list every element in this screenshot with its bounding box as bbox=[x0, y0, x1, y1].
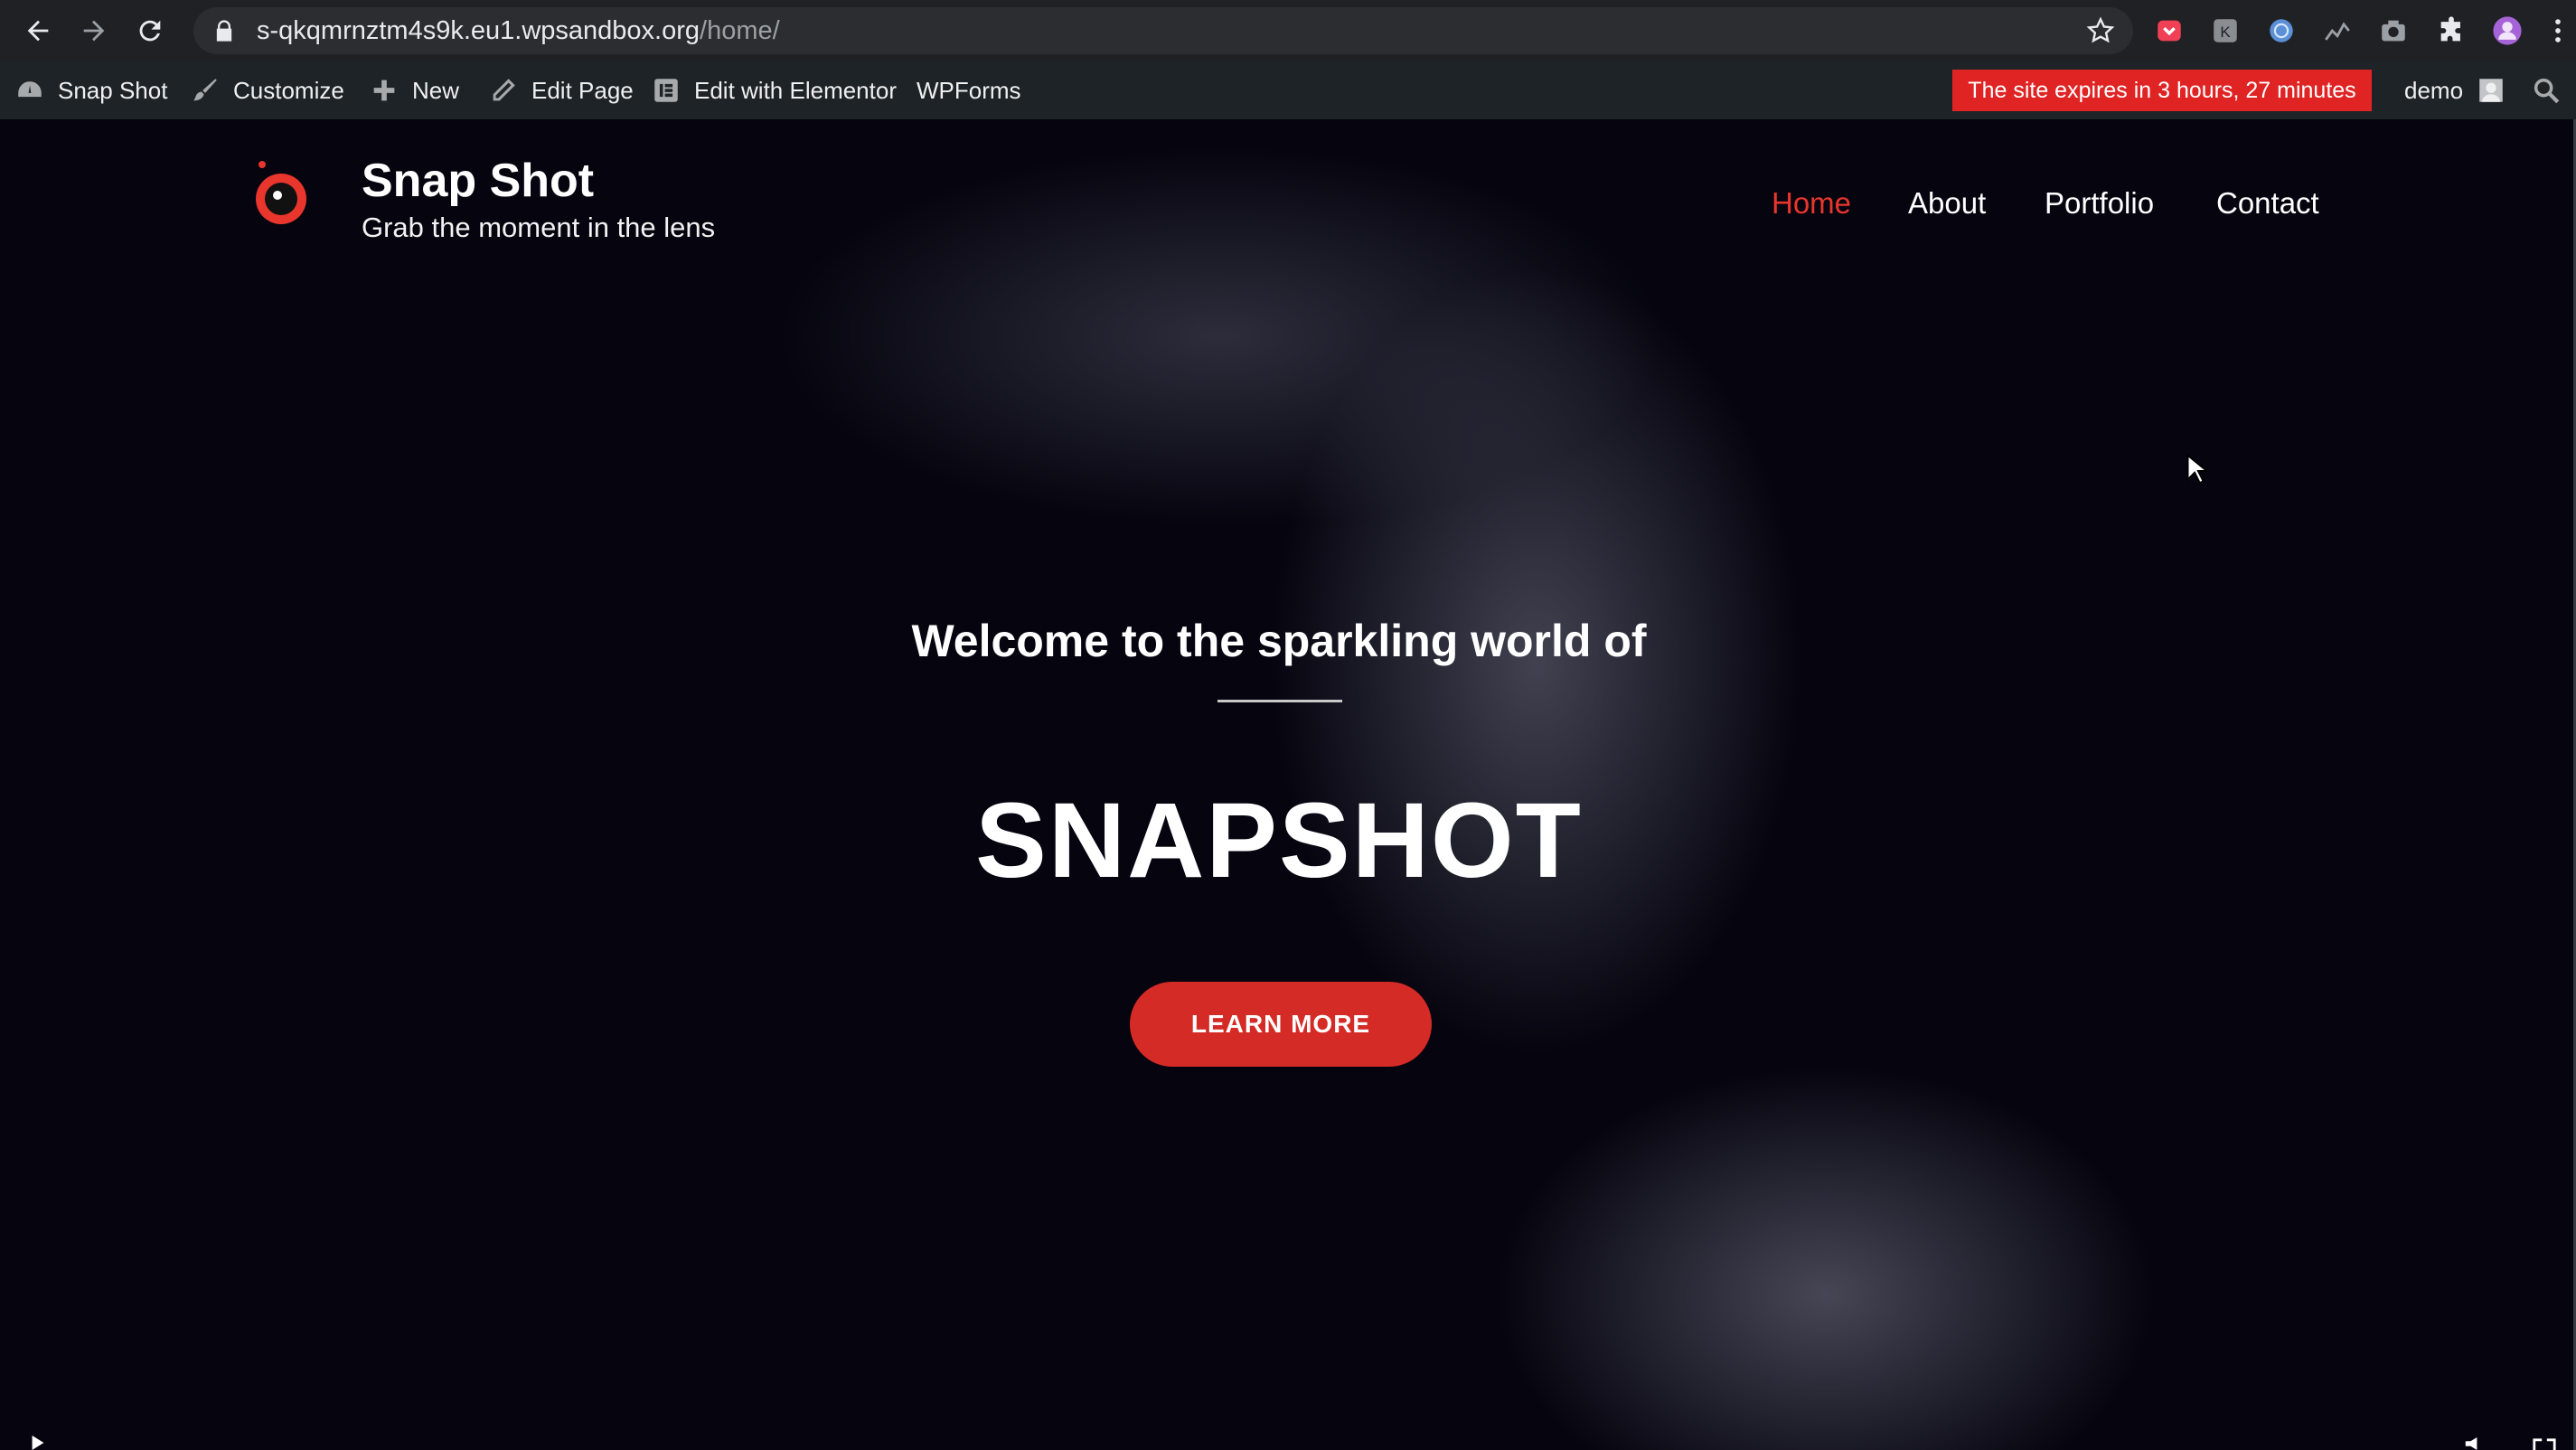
admin-edit-elementor[interactable]: Edit with Elementor bbox=[651, 61, 897, 119]
camera-icon[interactable] bbox=[2377, 14, 2410, 47]
plus-icon bbox=[373, 80, 395, 101]
puzzle-icon[interactable] bbox=[2435, 14, 2468, 47]
hero-headline: SNAPSHOT bbox=[975, 781, 1583, 900]
volume-icon[interactable] bbox=[2462, 1437, 2489, 1450]
nav-contact[interactable]: Contact bbox=[2216, 186, 2319, 221]
nav-home[interactable]: Home bbox=[1772, 186, 1851, 221]
fullscreen-icon[interactable] bbox=[2531, 1437, 2558, 1450]
admin-wpforms[interactable]: WPForms bbox=[917, 61, 1021, 119]
mouse-cursor-icon bbox=[2186, 454, 2207, 485]
user-avatar-icon bbox=[2479, 79, 2503, 102]
url-host: s-qkqmrnztm4s9k.eu1.wpsandbox.org bbox=[257, 15, 700, 45]
reload-icon[interactable] bbox=[123, 0, 177, 61]
nav-about[interactable]: About bbox=[1908, 186, 1986, 221]
site-expiry-badge: The site expires in 3 hours, 27 minutes bbox=[1952, 70, 2372, 111]
admin-edit-page[interactable]: Edit Page bbox=[488, 61, 634, 119]
admin-site-name[interactable]: Snap Shot bbox=[14, 61, 167, 119]
admin-new-label: New bbox=[412, 76, 460, 104]
browser-menu-icon[interactable] bbox=[2551, 14, 2565, 47]
browser-toolbar: s-qkqmrnztm4s9k.eu1.wpsandbox.org/home/ … bbox=[0, 0, 2576, 61]
admin-wpforms-label: WPForms bbox=[917, 76, 1021, 104]
admin-user-account[interactable]: demo bbox=[2404, 61, 2506, 119]
extension-k-icon[interactable]: K bbox=[2209, 14, 2242, 47]
svg-text:K: K bbox=[2220, 24, 2231, 41]
learn-more-button[interactable]: LEARN MORE bbox=[1130, 982, 1432, 1067]
video-play-icon[interactable] bbox=[31, 1436, 45, 1450]
dashboard-gauge-icon bbox=[18, 81, 42, 98]
admin-new[interactable]: New bbox=[369, 61, 459, 119]
admin-customize[interactable]: Customize bbox=[190, 61, 344, 119]
address-bar[interactable]: s-qkqmrnztm4s9k.eu1.wpsandbox.org/home/ bbox=[193, 7, 2133, 54]
elementor-icon bbox=[654, 79, 678, 102]
site-tagline: Grab the moment in the lens bbox=[362, 212, 716, 243]
admin-edit-page-label: Edit Page bbox=[531, 76, 634, 104]
camera-lens-logo-icon[interactable] bbox=[249, 155, 313, 231]
wp-admin-bar: Snap Shot Customize New Edit Page Edit w… bbox=[0, 61, 2576, 119]
pocket-icon[interactable] bbox=[2153, 14, 2186, 47]
url-text: s-qkqmrnztm4s9k.eu1.wpsandbox.org/home/ bbox=[257, 16, 780, 46]
admin-site-name-label: Snap Shot bbox=[58, 76, 168, 104]
bookmark-star-icon[interactable] bbox=[2086, 16, 2115, 45]
admin-search[interactable] bbox=[2531, 61, 2574, 119]
admin-customize-label: Customize bbox=[233, 76, 344, 104]
search-icon bbox=[2534, 78, 2560, 104]
hero-welcome-heading: Welcome to the sparkling world of bbox=[911, 616, 1647, 666]
back-arrow-icon[interactable] bbox=[11, 0, 65, 61]
admin-user-name: demo bbox=[2404, 76, 2464, 104]
hero-section: Snap Shot Grab the moment in the lens Ho… bbox=[0, 119, 2576, 1450]
admin-edit-elementor-label: Edit with Elementor bbox=[694, 76, 897, 104]
globe-extension-icon[interactable] bbox=[2265, 14, 2298, 47]
nav-portfolio[interactable]: Portfolio bbox=[2045, 186, 2154, 221]
forward-arrow-icon[interactable] bbox=[67, 0, 121, 61]
analytics-icon[interactable] bbox=[2321, 14, 2354, 47]
site-title[interactable]: Snap Shot bbox=[362, 154, 594, 208]
pencil-icon bbox=[493, 79, 515, 101]
hero-divider bbox=[1217, 700, 1342, 702]
url-path: /home/ bbox=[700, 15, 780, 45]
profile-avatar-icon[interactable] bbox=[2491, 14, 2524, 47]
lock-icon bbox=[216, 20, 232, 42]
brush-icon bbox=[193, 79, 217, 101]
